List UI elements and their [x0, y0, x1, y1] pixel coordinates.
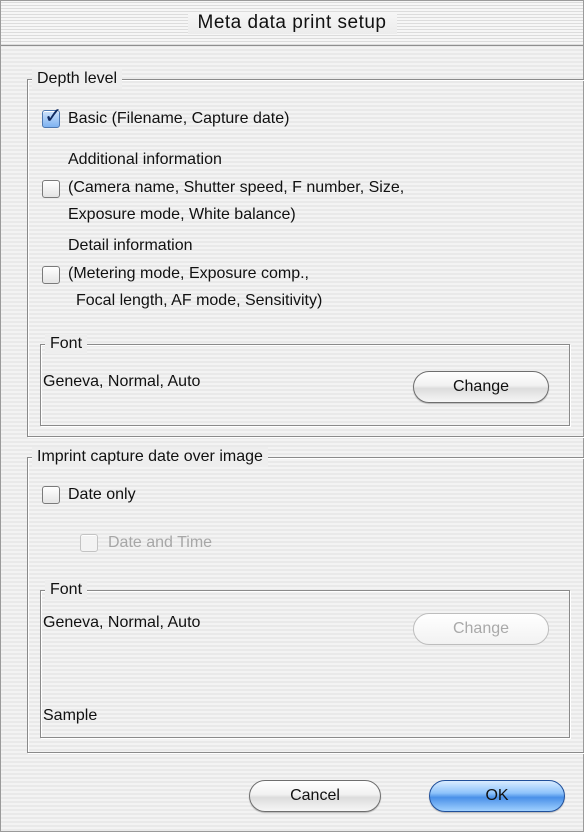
additional-line1: (Camera name, Shutter speed, F number, S… — [68, 179, 405, 196]
cancel-button[interactable]: Cancel — [249, 780, 381, 812]
date-and-time-label: Date and Time — [108, 534, 213, 551]
depth-font-value: Geneva, Normal, Auto — [43, 373, 201, 390]
depth-font-change-button[interactable]: Change — [413, 371, 549, 403]
detail-line2: Focal length, AF mode, Sensitivity) — [76, 292, 323, 309]
imprint-font-legend: Font — [45, 580, 88, 600]
checkmark-icon: ✓ — [44, 103, 63, 128]
date-only-checkbox[interactable] — [42, 486, 60, 504]
depth-font-legend: Font — [45, 334, 88, 354]
detail-checkbox[interactable] — [42, 266, 60, 284]
depth-level-group: Depth level ✓ Basic (Filename, Capture d… — [27, 69, 584, 437]
window-title: Meta data print setup — [187, 12, 397, 34]
sample-preview: Sample — [43, 707, 98, 724]
imprint-font-group: Font Geneva, Normal, Auto Change Sample — [40, 580, 570, 738]
ok-button[interactable]: OK — [429, 780, 565, 812]
depth-font-group: Font Geneva, Normal, Auto Change — [40, 334, 570, 426]
title-bar[interactable]: Meta data print setup — [1, 1, 583, 46]
imprint-group: Imprint capture date over image Date onl… — [27, 447, 584, 753]
additional-checkbox[interactable] — [42, 180, 60, 198]
additional-heading: Additional information — [68, 151, 222, 168]
depth-level-legend: Depth level — [32, 69, 123, 89]
date-and-time-checkbox[interactable] — [80, 534, 98, 552]
basic-checkbox[interactable]: ✓ — [42, 105, 62, 128]
imprint-font-change-button[interactable]: Change — [413, 613, 549, 645]
additional-line2: Exposure mode, White balance) — [68, 206, 296, 223]
basic-label: Basic (Filename, Capture date) — [68, 110, 290, 127]
detail-heading: Detail information — [68, 237, 193, 254]
imprint-font-value: Geneva, Normal, Auto — [43, 614, 201, 631]
imprint-legend: Imprint capture date over image — [32, 447, 268, 467]
detail-line1: (Metering mode, Exposure comp., — [68, 265, 309, 282]
dialog-window: Meta data print setup Depth level ✓ Basi… — [0, 0, 584, 832]
date-only-label: Date only — [68, 486, 136, 503]
